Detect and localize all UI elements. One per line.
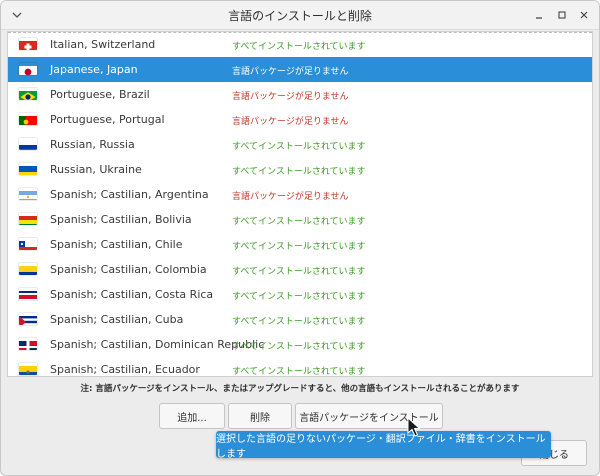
bolivia-flag-icon <box>19 213 37 225</box>
maximize-icon[interactable] <box>552 5 572 25</box>
language-name: Russian, Ukraine <box>50 163 142 176</box>
language-name: Spanish; Castilian, Colombia <box>50 263 207 276</box>
language-status: すべてインストールされています <box>232 367 366 377</box>
language-name: Spanish; Castilian, Argentina <box>50 188 209 201</box>
language-status: すべてインストールされています <box>232 267 366 277</box>
language-name: Japanese, Japan <box>50 63 138 76</box>
add-button[interactable]: 追加... <box>159 403 225 429</box>
language-row-italian-switzerland[interactable]: Italian, Switzerland すべてインストールされています <box>8 32 592 57</box>
language-row-spanish-cuba[interactable]: Spanish; Castilian, Cuba すべてインストールされています <box>8 307 592 332</box>
language-row-russian-ukraine[interactable]: Russian, Ukraine すべてインストールされています <box>8 157 592 182</box>
brazil-flag-icon <box>19 88 37 100</box>
language-status: すべてインストールされています <box>232 292 366 302</box>
language-name: Spanish; Castilian, Chile <box>50 238 183 251</box>
language-status: すべてインストールされています <box>232 342 366 352</box>
minimize-icon[interactable] <box>529 5 549 25</box>
language-dialog: 言語のインストールと削除 Italian, Switzerland すべてインス… <box>0 0 600 476</box>
install-note: 注: 言語パッケージをインストール、またはアップグレードすると、他の言語もインス… <box>80 384 520 394</box>
language-status: 言語パッケージが足りません <box>232 67 349 77</box>
language-name: Portuguese, Brazil <box>50 88 150 101</box>
language-status: すべてインストールされています <box>232 142 366 152</box>
japan-flag-icon <box>19 63 37 75</box>
cuba-flag-icon <box>19 313 37 325</box>
language-row-russian-russia[interactable]: Russian, Russia すべてインストールされています <box>8 132 592 157</box>
language-row-portuguese-portugal[interactable]: Portuguese, Portugal 言語パッケージが足りません <box>8 107 592 132</box>
language-row-spanish-costa-rica[interactable]: Spanish; Castilian, Costa Rica すべてインストール… <box>8 282 592 307</box>
language-name: Spanish; Castilian, Costa Rica <box>50 288 214 301</box>
language-row-spanish-argentina[interactable]: Spanish; Castilian, Argentina 言語パッケージが足り… <box>8 182 592 207</box>
russia-flag-icon <box>19 138 37 150</box>
language-name: Portuguese, Portugal <box>50 113 165 126</box>
switzerland-flag-icon <box>19 38 37 50</box>
ecuador-flag-icon <box>19 363 37 375</box>
portugal-flag-icon <box>19 113 37 125</box>
language-row-spanish-bolivia[interactable]: Spanish; Castilian, Bolivia すべてインストールされて… <box>8 207 592 232</box>
language-name: Spanish; Castilian, Cuba <box>50 313 184 326</box>
language-row-japanese-japan[interactable]: Japanese, Japan 言語パッケージが足りません <box>8 57 592 82</box>
dominican-republic-flag-icon <box>19 338 37 350</box>
titlebar: 言語のインストールと削除 <box>1 1 599 30</box>
colombia-flag-icon <box>19 263 37 275</box>
language-status: 言語パッケージが足りません <box>232 92 349 102</box>
language-status: すべてインストールされています <box>232 42 366 52</box>
language-status: すべてインストールされています <box>232 217 366 227</box>
language-row-spanish-ecuador[interactable]: Spanish; Castilian, Ecuador すべてインストールされて… <box>8 357 592 377</box>
costa-rica-flag-icon <box>19 288 37 300</box>
language-row-portuguese-brazil[interactable]: Portuguese, Brazil 言語パッケージが足りません <box>8 82 592 107</box>
close-icon[interactable] <box>574 5 594 25</box>
language-name: Spanish; Castilian, Ecuador <box>50 363 200 376</box>
remove-button[interactable]: 削除 <box>228 403 292 429</box>
language-status: すべてインストールされています <box>232 167 366 177</box>
language-name: Italian, Switzerland <box>50 38 156 51</box>
language-row-spanish-dominican-republic[interactable]: Spanish; Castilian, Dominican Republic す… <box>8 332 592 357</box>
language-row-spanish-colombia[interactable]: Spanish; Castilian, Colombia すべてインストールされ… <box>8 257 592 282</box>
window-title: 言語のインストールと削除 <box>228 9 372 23</box>
chile-flag-icon <box>19 238 37 250</box>
ukraine-flag-icon <box>19 163 37 175</box>
argentina-flag-icon <box>19 188 37 200</box>
language-list[interactable]: Italian, Switzerland すべてインストールされています Jap… <box>7 31 593 377</box>
language-name: Russian, Russia <box>50 138 135 151</box>
language-row-spanish-chile[interactable]: Spanish; Castilian, Chile すべてインストールされていま… <box>8 232 592 257</box>
mouse-pointer-icon <box>407 417 421 437</box>
language-status: すべてインストールされています <box>232 242 366 252</box>
language-status: すべてインストールされています <box>232 317 366 327</box>
language-status: 言語パッケージが足りません <box>232 117 349 127</box>
language-status: 言語パッケージが足りません <box>232 192 349 202</box>
install-tooltip: 選択した言語の足りないパッケージ・翻訳ファイル・辞書をインストールします <box>216 431 551 460</box>
language-name: Spanish; Castilian, Bolivia <box>50 213 192 226</box>
